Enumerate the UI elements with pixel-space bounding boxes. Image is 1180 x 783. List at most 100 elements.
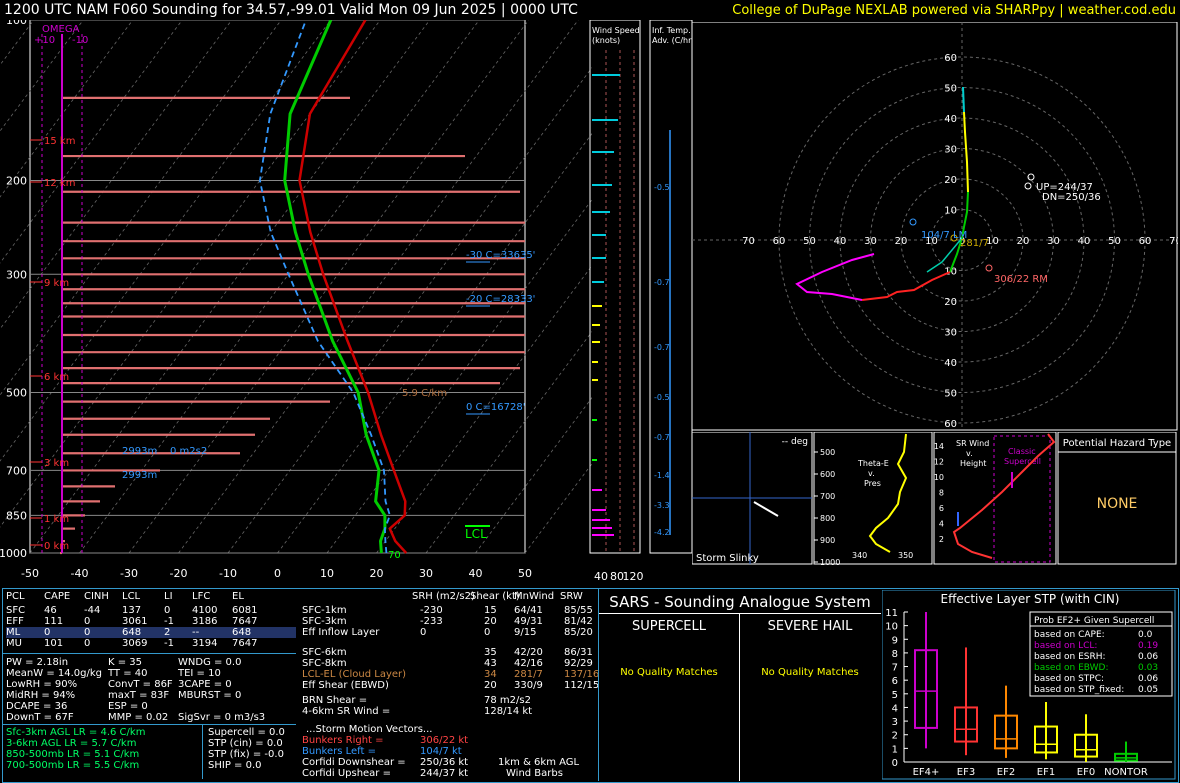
cell: -1 bbox=[164, 638, 174, 649]
brn-label: BRN Shear = bbox=[302, 695, 368, 706]
stp-category: EF3 bbox=[957, 767, 975, 778]
stp-tick: 10 bbox=[885, 622, 898, 633]
hodo-xtick: 70 bbox=[1169, 236, 1178, 247]
srh-label: 2993m bbox=[122, 446, 157, 457]
motion-value: 244/37 kt bbox=[420, 768, 469, 779]
classic-label: Classic bbox=[1008, 447, 1036, 456]
stp-tick: 8 bbox=[892, 649, 898, 660]
kin-row-label: Eff Shear (EBWD) bbox=[302, 680, 389, 691]
cell: 0 bbox=[84, 638, 91, 649]
cell: MU bbox=[6, 638, 22, 649]
srh-label: 2993m bbox=[122, 470, 157, 481]
cell: 648 bbox=[122, 627, 142, 638]
pressure-tick: 850 bbox=[6, 509, 27, 522]
motion-label: Corfidi Upshear = bbox=[302, 768, 391, 779]
hodo-xtick: 50 bbox=[803, 236, 816, 247]
temp-tick: 0 bbox=[274, 567, 281, 580]
temp-tick: 10 bbox=[320, 567, 334, 580]
inf-value: -0.5 bbox=[654, 393, 670, 402]
hodo-ytick: 50 bbox=[944, 84, 957, 95]
temp-tick: 40 bbox=[469, 567, 483, 580]
parcel-header: PCL CAPE CINH LCL LI LFC EL bbox=[6, 591, 296, 602]
parcel-row: EFF 111 0 3061 -1 3186 7647 bbox=[6, 616, 296, 627]
kin-shear: 20 bbox=[484, 680, 497, 691]
theta-tick-label: 700 bbox=[820, 492, 835, 501]
level-label: -30 C=33635' bbox=[466, 250, 535, 261]
index-left: MidRH = 94% bbox=[6, 690, 76, 701]
hodo-ytick: 20 bbox=[944, 297, 957, 308]
index-left: PW = 2.18in bbox=[6, 657, 69, 668]
composite-index: SHIP = 0.0 bbox=[208, 760, 262, 771]
kin-header: Shear (kt) bbox=[470, 591, 520, 602]
srwind-tick: 14 bbox=[934, 442, 944, 451]
kin-shear: 43 bbox=[484, 658, 497, 669]
omega-label: OMEGA bbox=[42, 24, 80, 35]
brn-value: 78 m2/s2 bbox=[484, 695, 531, 706]
theta-tick-label: 900 bbox=[820, 536, 835, 545]
srwind-tick: 6 bbox=[939, 504, 944, 513]
kin-srw: 92/29 bbox=[564, 658, 593, 669]
index-mid: MMP = 0.02 bbox=[108, 712, 169, 723]
prob-title: Prob EF2+ Given Supercell bbox=[1034, 616, 1154, 626]
srwind-label: SR Wind bbox=[956, 439, 989, 448]
theta-line bbox=[868, 433, 908, 553]
cell: -1 bbox=[164, 616, 174, 627]
cell: 648 bbox=[232, 627, 252, 638]
height-label: 6 km bbox=[44, 372, 69, 383]
inset-panels: -- deg Storm Slinky 500 600 700 800 900 1000 The… bbox=[692, 432, 1177, 567]
pressure-tick: 300 bbox=[6, 268, 27, 281]
cell: 46 bbox=[44, 605, 57, 616]
cell: 7647 bbox=[232, 638, 258, 649]
hodo-ytick: 10 bbox=[944, 206, 957, 217]
kin-srw: 81/42 bbox=[564, 616, 593, 627]
kin-shear: 0 bbox=[484, 627, 491, 638]
stp-tick: 0 bbox=[892, 758, 898, 769]
hodo-xtick: 20 bbox=[895, 236, 908, 247]
kin-mnwind: 42/20 bbox=[514, 647, 543, 658]
cell: 6081 bbox=[232, 605, 258, 616]
lcl-label: LCL bbox=[465, 527, 487, 541]
kin-row-label: LCL-EL (Cloud Layer) bbox=[302, 669, 407, 680]
sars-supercell-title: SUPERCELL bbox=[632, 619, 706, 634]
kin-shear: 35 bbox=[484, 647, 497, 658]
hodo-ytick: 20 bbox=[944, 175, 957, 186]
prob-row-label: based on LCL: bbox=[1034, 641, 1097, 651]
theta-label: Pres bbox=[864, 479, 881, 488]
temp-tick: -40 bbox=[71, 567, 89, 580]
theta-xtick: 350 bbox=[898, 551, 913, 560]
hazard-title: Potential Hazard Type bbox=[1063, 438, 1171, 449]
index-left: LowRH = 90% bbox=[6, 679, 78, 690]
motion-label: Bunkers Left = bbox=[302, 746, 376, 757]
prob-row-label: based on ESRH: bbox=[1034, 652, 1106, 662]
stp-tick: 2 bbox=[892, 731, 898, 742]
prob-row-value: 0.03 bbox=[1138, 663, 1158, 673]
hodo-ytick: 60 bbox=[944, 53, 957, 64]
stp-tick: 1 bbox=[892, 744, 898, 755]
pressure-tick: 500 bbox=[6, 387, 27, 400]
cell: 3186 bbox=[192, 616, 218, 627]
sr46-label: 4-6km SR Wind = bbox=[302, 706, 391, 717]
theta-tick-label: 800 bbox=[820, 514, 835, 523]
omega-scale: +10 bbox=[34, 35, 55, 46]
height-label: 0 km bbox=[44, 541, 69, 552]
inf-title: Inf. Temp. bbox=[652, 26, 691, 35]
stp-category: NONTOR bbox=[1104, 767, 1148, 778]
prob-row-label: based on CAPE: bbox=[1034, 630, 1105, 640]
index-left: DownT = 67F bbox=[6, 712, 74, 723]
pressure-tick: 700 bbox=[6, 464, 27, 477]
prob-row-value: 0.05 bbox=[1138, 685, 1158, 695]
kin-mnwind: 64/41 bbox=[514, 605, 543, 616]
sars-supercell-result: No Quality Matches bbox=[620, 667, 718, 678]
speed-tick: 120 bbox=[623, 570, 644, 583]
sars-hail-title: SEVERE HAIL bbox=[767, 619, 853, 634]
kin-srw: 85/20 bbox=[564, 627, 593, 638]
cell: 3194 bbox=[192, 638, 218, 649]
cell: 0 bbox=[164, 605, 171, 616]
motion-value: 104/7 kt bbox=[420, 746, 462, 757]
composite-index: Supercell = 0.0 bbox=[208, 727, 285, 738]
pressure-tick: 1000 bbox=[0, 547, 27, 560]
srwind-label: Height bbox=[960, 459, 986, 468]
hodo-ytick: 30 bbox=[944, 328, 957, 339]
wb-label: 70 bbox=[388, 550, 401, 561]
srh-label: 0 m2s2 bbox=[170, 446, 207, 457]
